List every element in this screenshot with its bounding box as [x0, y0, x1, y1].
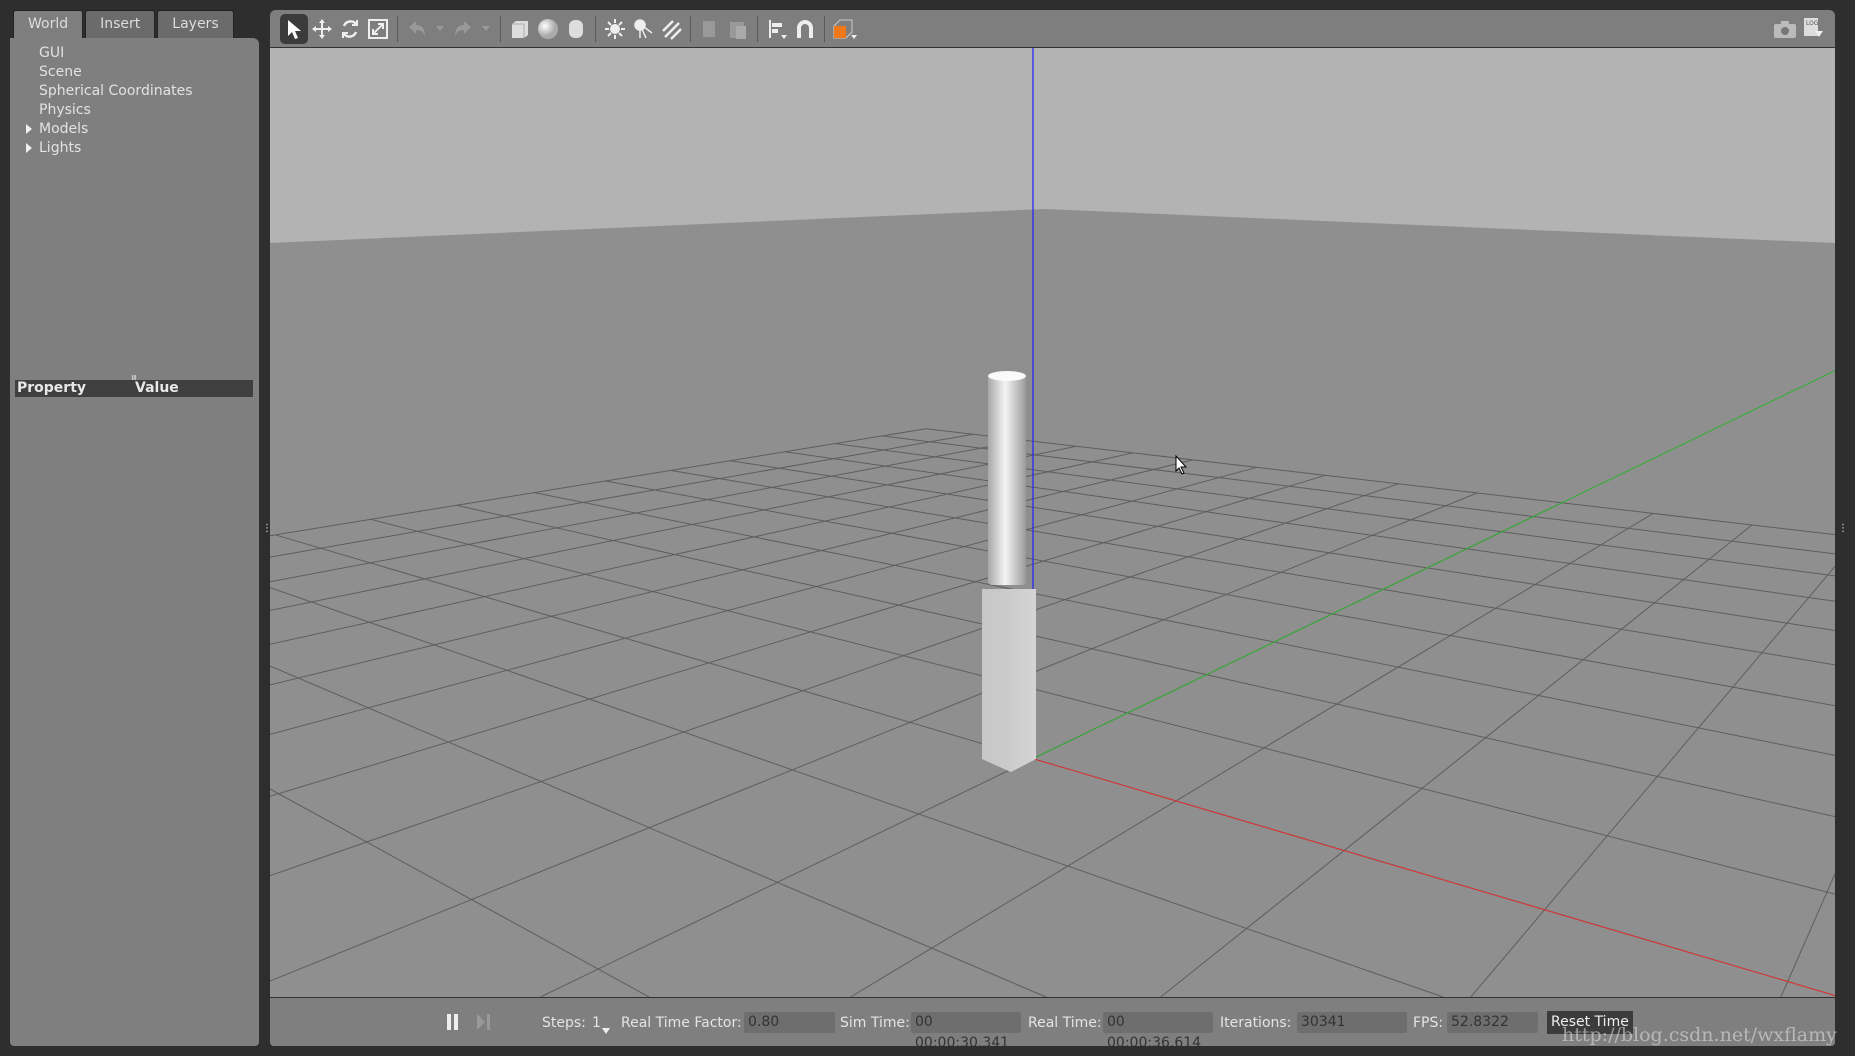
toolbar-separator — [824, 15, 825, 42]
tree-item-lights[interactable]: Lights — [10, 139, 193, 158]
scale-icon[interactable] — [364, 14, 392, 44]
align-icon[interactable] — [763, 14, 791, 44]
step-icon[interactable] — [476, 1012, 492, 1032]
left-panel-collapse-handle[interactable]: ⋮ — [262, 524, 272, 534]
fps-field: 52.8322 — [1447, 1012, 1538, 1033]
select-arrow-icon[interactable] — [280, 13, 308, 44]
tab-insert[interactable]: Insert — [85, 10, 156, 38]
world-panel: GUI Scene Spherical Coordinates Physics … — [10, 38, 259, 1046]
expand-arrow-icon[interactable] — [26, 124, 32, 134]
steps-label: Steps: — [542, 1015, 586, 1031]
iterations-field: 30341 — [1297, 1012, 1407, 1033]
watermark: http://blog.csdn.net/wxflamy — [1562, 1024, 1837, 1046]
toolbar-separator — [500, 15, 501, 42]
value-column: Value — [135, 380, 179, 396]
svg-text:LOG: LOG — [1806, 20, 1819, 27]
tree-item-models[interactable]: Models — [10, 120, 193, 139]
snap-magnet-icon[interactable] — [791, 14, 819, 44]
translate-icon[interactable] — [308, 14, 336, 44]
fps-label: FPS: — [1413, 1015, 1444, 1031]
redo-icon[interactable] — [449, 14, 477, 44]
cylinder-top — [988, 371, 1026, 381]
paste-icon[interactable] — [724, 14, 752, 44]
sim-time-field: 00 00:00:30.341 — [911, 1012, 1021, 1046]
view-angle-icon[interactable] — [830, 14, 858, 44]
tree-item-scene[interactable]: Scene — [10, 63, 193, 82]
property-column: Property — [17, 380, 87, 396]
3d-scene[interactable] — [270, 48, 1835, 997]
world-tree: GUI Scene Spherical Coordinates Physics … — [10, 44, 193, 158]
iterations-label: Iterations: — [1220, 1015, 1292, 1031]
real-time-factor-label: Real Time Factor: — [621, 1015, 742, 1031]
sim-time-label: Sim Time: — [840, 1015, 910, 1031]
property-header: Property Value — [15, 380, 253, 397]
cylinder-icon[interactable] — [562, 14, 590, 44]
point-light-icon[interactable] — [601, 14, 629, 44]
tree-item-physics[interactable]: Physics — [10, 101, 193, 120]
toolbar-separator — [690, 15, 691, 42]
spot-light-icon[interactable] — [629, 14, 657, 44]
redo-dropdown-icon[interactable] — [477, 14, 495, 44]
undo-dropdown-icon[interactable] — [431, 14, 449, 44]
tab-layers[interactable]: Layers — [157, 10, 234, 38]
log-icon[interactable]: LOG — [1799, 14, 1827, 44]
box-face — [982, 589, 1011, 772]
box-icon[interactable] — [506, 14, 534, 44]
undo-icon[interactable] — [403, 14, 431, 44]
real-time-label: Real Time: — [1028, 1015, 1102, 1031]
copy-icon[interactable] — [696, 14, 724, 44]
pause-icon[interactable] — [446, 1012, 460, 1032]
directional-light-icon[interactable] — [657, 14, 685, 44]
real-time-factor-field: 0.80 — [744, 1012, 835, 1033]
rotate-icon[interactable] — [336, 14, 364, 44]
expand-arrow-icon[interactable] — [26, 143, 32, 153]
toolbar: LOG — [270, 10, 1835, 48]
left-tabs: World Insert Layers — [13, 10, 234, 39]
toolbar-separator — [397, 15, 398, 42]
toolbar-separator — [757, 15, 758, 42]
tab-world[interactable]: World — [13, 10, 84, 39]
tree-item-spherical-coordinates[interactable]: Spherical Coordinates — [10, 82, 193, 101]
viewport: LOG Steps: 1 Real Time Factor: 0.80 Sim … — [270, 10, 1835, 1046]
tree-item-gui[interactable]: GUI — [10, 44, 193, 63]
steps-value[interactable]: 1 — [592, 1013, 601, 1033]
toolbar-separator — [595, 15, 596, 42]
right-panel-collapse-handle[interactable]: ⋮ — [1838, 524, 1848, 534]
steps-dropdown-icon[interactable] — [602, 1020, 610, 1040]
real-time-field: 00 00:00:36.614 — [1103, 1012, 1213, 1046]
sphere-icon[interactable] — [534, 14, 562, 44]
screenshot-camera-icon[interactable] — [1771, 14, 1799, 44]
link-cylinder[interactable] — [988, 375, 1026, 585]
